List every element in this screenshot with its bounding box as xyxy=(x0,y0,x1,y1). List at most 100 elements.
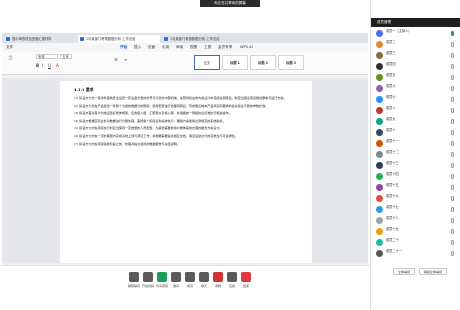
microphone-icon[interactable] xyxy=(451,119,454,124)
font-name-select[interactable]: 宋体 xyxy=(36,54,58,59)
bold-icon[interactable]: B xyxy=(36,63,39,68)
meeting-window: 你正在共享你的屏幕 提示审查项目进度汇报材料 1月某部门考核数据分析-工作总结 … xyxy=(0,0,460,310)
meeting-control-bar: 解除静音 开启视频 共享屏幕 邀请 成员 聊天 录制 应用 结束 xyxy=(0,265,370,295)
menu-tools[interactable]: 工具 xyxy=(204,43,211,52)
member-name: 成员九 xyxy=(386,117,396,121)
microphone-icon[interactable] xyxy=(451,141,454,146)
style-normal[interactable]: 正文 xyxy=(194,55,220,70)
microphone-icon[interactable] xyxy=(451,53,454,58)
member-name: 成员四 xyxy=(386,62,396,66)
unmute-all-button[interactable]: 解除全体静音 xyxy=(419,268,447,275)
member-row[interactable]: 成员十六 xyxy=(371,194,460,204)
menu-page[interactable]: 页面 xyxy=(148,43,155,52)
microphone-icon[interactable] xyxy=(129,272,139,282)
document-icon xyxy=(80,37,84,41)
style-heading-1[interactable]: 标题 1 xyxy=(222,55,248,70)
record-icon[interactable] xyxy=(213,272,223,282)
member-name: 成员十六 xyxy=(386,194,399,198)
member-row[interactable]: 成员十七 xyxy=(371,205,460,215)
member-row[interactable]: 成员二 xyxy=(371,40,460,50)
microphone-icon[interactable] xyxy=(451,240,454,245)
italic-icon[interactable]: I xyxy=(42,63,43,68)
menu-wps-ai[interactable]: WPS AI xyxy=(240,43,253,52)
style-heading-3[interactable]: 标题 3 xyxy=(278,55,304,70)
leave-icon[interactable] xyxy=(241,272,251,282)
member-row[interactable]: 成员六 xyxy=(371,84,460,94)
microphone-icon[interactable] xyxy=(451,130,454,135)
underline-icon[interactable]: U xyxy=(48,63,51,68)
member-row[interactable]: 成员十一 xyxy=(371,139,460,149)
member-row[interactable]: 成员五 xyxy=(371,73,460,83)
paste-icon[interactable]: 📋 xyxy=(8,55,13,60)
microphone-icon[interactable] xyxy=(451,64,454,69)
doc-paragraph: (6) 投递方大约在一定的期限内完成系统上线与调试工作，并根据需要提交相应文档，… xyxy=(74,133,238,138)
member-row[interactable]: 成员三 xyxy=(371,51,460,61)
tab-label: 1月某部门考核数据分析-工作总结 xyxy=(170,36,220,41)
menu-members[interactable]: 会员专享 xyxy=(218,43,232,52)
browser-tab[interactable]: 提示审查项目进度汇报材料 xyxy=(4,35,76,44)
menu-references[interactable]: 引用 xyxy=(162,43,169,52)
member-row[interactable]: 成员七 xyxy=(371,95,460,105)
member-row[interactable]: 成员八 xyxy=(371,106,460,116)
member-row[interactable]: 成员十三 xyxy=(371,161,460,171)
microphone-icon[interactable] xyxy=(451,86,454,91)
doc-paragraph: (4) 投递方根据实际业务对数据进行分层处理，需按各个阶段任务编排执行，确保方案… xyxy=(74,118,226,123)
microphone-icon[interactable] xyxy=(451,196,454,201)
browser-tab[interactable]: 1月某部门考核数据分析-工作总结 xyxy=(162,35,244,44)
member-row[interactable]: 成员四 xyxy=(371,62,460,72)
avatar xyxy=(376,63,383,70)
member-row[interactable]: 成员九 xyxy=(371,117,460,127)
home-ribbon: 📋 宋体 五号 B I U A ☰ ≡ 正文 标题 1 标题 2 标题 3 xyxy=(2,52,368,75)
avatar xyxy=(376,217,383,224)
mute-all-button[interactable]: 全体静音 xyxy=(393,268,415,275)
microphone-icon[interactable] xyxy=(451,207,454,212)
sharing-banner[interactable]: 你正在共享你的屏幕 xyxy=(200,0,260,7)
microphone-icon[interactable] xyxy=(451,31,454,36)
menu-home[interactable]: 开始 xyxy=(120,43,127,52)
style-heading-2[interactable]: 标题 2 xyxy=(250,55,276,70)
apps-icon[interactable] xyxy=(227,272,237,282)
font-color-icon[interactable]: A xyxy=(56,63,59,68)
doc-paragraph: (3) 投递方首先有计划地设置好整体框架，包含接入层、汇聚层以及核心层，并遵循统… xyxy=(74,111,232,116)
microphone-icon[interactable] xyxy=(451,185,454,190)
microphone-icon[interactable] xyxy=(451,174,454,179)
member-name: 成员十九 xyxy=(386,227,399,231)
microphone-icon[interactable] xyxy=(451,152,454,157)
microphone-icon[interactable] xyxy=(451,75,454,80)
document-page[interactable]: 4.1.1 要求 (1) 投递方大约一有零件结构安全设置一套设备卡里的标号与平测… xyxy=(60,81,312,263)
member-row[interactable]: 成员二十 xyxy=(371,238,460,248)
camera-icon[interactable] xyxy=(143,272,153,282)
microphone-icon[interactable] xyxy=(451,218,454,223)
doc-paragraph: (2) 投递方大约在产品投置一条整个为组的数据分析框架，使用套装进行合理测算后，… xyxy=(74,103,269,108)
microphone-icon[interactable] xyxy=(451,108,454,113)
member-row[interactable]: 成员十九 xyxy=(371,227,460,237)
font-size-select[interactable]: 五号 xyxy=(60,54,72,59)
member-name: 成员十二 xyxy=(386,150,399,154)
microphone-icon[interactable] xyxy=(451,229,454,234)
member-row[interactable]: 成员十八 xyxy=(371,216,460,226)
avatar xyxy=(376,129,383,136)
menu-view[interactable]: 视图 xyxy=(190,43,197,52)
member-row[interactable]: 成员十四 xyxy=(371,172,460,182)
member-row[interactable]: 成员一（主持人） xyxy=(371,29,460,39)
member-row[interactable]: 成员十二 xyxy=(371,150,460,160)
avatar xyxy=(376,140,383,147)
members-icon[interactable] xyxy=(185,272,195,282)
microphone-icon[interactable] xyxy=(451,251,454,256)
browser-tab-active[interactable]: 1月某部门考核数据分析-工作总结 xyxy=(78,34,160,43)
menu-insert[interactable]: 插入 xyxy=(134,43,141,52)
menu-file[interactable]: 文件 xyxy=(6,43,13,52)
member-row[interactable]: 成员二十一 xyxy=(371,249,460,259)
invite-icon[interactable] xyxy=(171,272,181,282)
chat-icon[interactable] xyxy=(199,272,209,282)
microphone-icon[interactable] xyxy=(451,163,454,168)
list-icon[interactable]: ☰ xyxy=(114,57,118,62)
member-name: 成员十一 xyxy=(386,139,399,143)
align-icon[interactable]: ≡ xyxy=(124,57,127,62)
share-screen-icon[interactable] xyxy=(157,272,167,282)
member-row[interactable]: 成员十 xyxy=(371,128,460,138)
microphone-icon[interactable] xyxy=(451,42,454,47)
microphone-icon[interactable] xyxy=(451,97,454,102)
member-row[interactable]: 成员十五 xyxy=(371,183,460,193)
menu-review[interactable]: 审阅 xyxy=(176,43,183,52)
